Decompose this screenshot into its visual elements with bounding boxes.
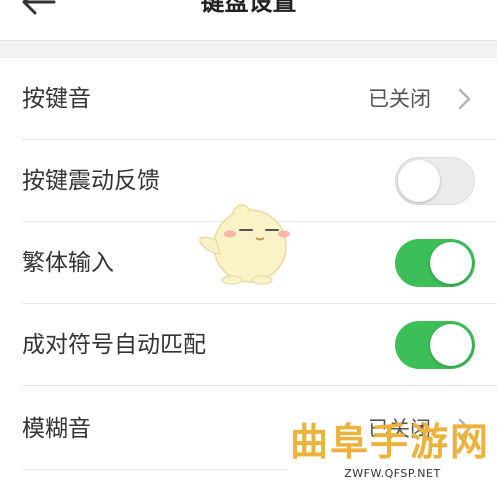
app-header: 键盘设置 <box>0 0 497 41</box>
setting-row-key-sound[interactable]: 按键音 已关闭 <box>0 58 497 140</box>
setting-row-pair-symbols: 成对符号自动匹配 <box>0 304 497 386</box>
setting-label: 成对符号自动匹配 <box>22 332 206 358</box>
setting-label: 按键震动反馈 <box>22 168 160 194</box>
page-title: 键盘设置 <box>200 0 297 16</box>
setting-value: 已关闭 <box>368 87 431 111</box>
toggle-knob <box>430 242 472 284</box>
pair-symbols-toggle[interactable] <box>395 321 475 369</box>
vibration-toggle[interactable] <box>395 157 475 205</box>
setting-label: 繁体输入 <box>22 250 114 276</box>
traditional-input-toggle[interactable] <box>395 239 475 287</box>
toggle-knob <box>430 324 472 366</box>
chevron-right-icon <box>458 88 471 110</box>
setting-label: 按键音 <box>22 86 91 112</box>
setting-label: 模糊音 <box>22 416 91 442</box>
watermark-text: 曲阜手游网 <box>290 419 491 464</box>
section-gap <box>0 41 497 58</box>
watermark-url: ZWFW.QFSP.NET <box>288 466 497 482</box>
divider <box>22 385 497 386</box>
bird-mascot-icon <box>199 204 290 285</box>
toggle-knob <box>398 160 440 202</box>
site-watermark: 曲阜手游网 ZWFW.QFSP.NET <box>288 420 497 482</box>
